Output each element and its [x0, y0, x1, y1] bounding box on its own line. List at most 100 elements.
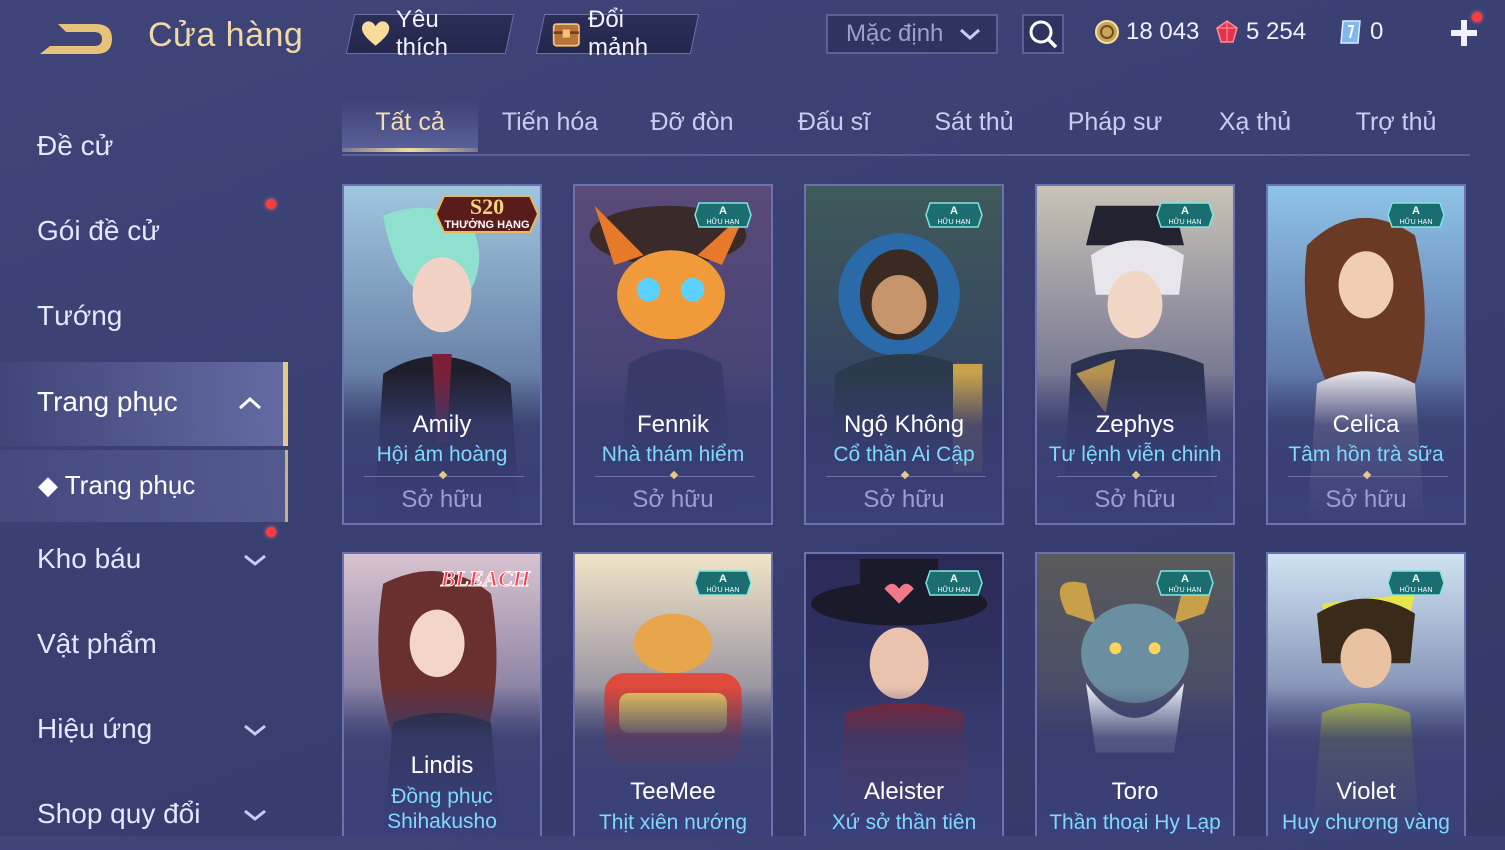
top-bar: Cửa hàng Yêu thích Đổi mảnh Mặc định 18 …	[0, 0, 1505, 80]
sidebar-item-label: Gói đề cử	[37, 215, 161, 246]
limited-badge-letter: A	[950, 205, 958, 217]
sidebar-item-skins[interactable]: Trang phục	[0, 362, 288, 446]
hero-name: Toro	[1111, 778, 1159, 805]
skin-name: Tâm hồn trà sữa	[1288, 443, 1444, 466]
back-button[interactable]	[36, 18, 116, 62]
sort-selected-value: Mặc định	[846, 20, 944, 47]
hero-name: Amily	[412, 411, 472, 438]
plus-icon	[1451, 20, 1477, 46]
skin-card-teemee[interactable]: A HỮU HẠN TeeMee Thịt xiên nướng	[573, 552, 773, 836]
sidebar-item-exchange-shop[interactable]: Shop quy đổi	[0, 780, 288, 850]
limited-badge-letter: A	[719, 573, 727, 585]
limited-badge-letter: A	[719, 205, 727, 217]
skin-card-lindis[interactable]: BLEACH Lindis Đồng phục Shihakusho	[342, 552, 542, 836]
owned-status: Sở hữu	[1325, 486, 1407, 513]
skin-card-aleister[interactable]: A HỮU HẠN Aleister Xứ sở thần tiên	[804, 552, 1004, 836]
limited-badge-text: HỮU HẠN	[707, 585, 740, 594]
bullet-diamond-icon: ◆	[38, 470, 65, 500]
notification-dot	[266, 527, 276, 537]
limited-badge-text: HỮU HẠN	[938, 585, 971, 594]
sidebar-item-effects[interactable]: Hiệu ứng	[0, 695, 288, 765]
favorites-label: Yêu thích	[396, 6, 449, 61]
sidebar-item-heroes[interactable]: Tướng	[0, 282, 288, 352]
limited-edition-badge: A HỮU HẠN	[694, 202, 752, 228]
hero-name: TeeMee	[630, 778, 716, 805]
hero-name: Lindis	[410, 752, 474, 779]
sidebar-subitem-label: ◆ Trang phục	[38, 470, 195, 501]
card-divider	[1057, 476, 1217, 477]
notification-dot	[266, 199, 276, 209]
tab-evolution[interactable]: Tiến hóa	[490, 108, 610, 137]
exchange-label: Đổi mảnh	[587, 6, 648, 61]
skin-card-toro[interactable]: A HỮU HẠN Toro Thần thoại Hy Lạp	[1035, 552, 1235, 836]
favorites-button[interactable]: Yêu thích	[345, 6, 515, 61]
tab-tank[interactable]: Đỡ đòn	[632, 108, 752, 137]
tab-mage[interactable]: Pháp sư	[1055, 108, 1175, 137]
sidebar-item-items[interactable]: Vật phẩm	[0, 610, 288, 680]
skin-card-fennik[interactable]: A HỮU HẠN Fennik Nhà thám hiểm Sở hữu	[573, 184, 773, 525]
tab-assassin[interactable]: Sát thủ	[914, 108, 1034, 137]
skin-card-zephys[interactable]: A HỮU HẠN Zephys Tư lệnh viễn chinh Sở h…	[1035, 184, 1235, 525]
sidebar-item-label: Shop quy đổi	[37, 798, 201, 829]
hero-name: Aleister	[863, 778, 945, 805]
skin-card-violet[interactable]: A HỮU HẠN Violet Huy chương vàng	[1266, 552, 1466, 836]
skin-card-amily[interactable]: S20 THƯỞNG HẠNG Amily Hội ám hoàng Sở hữ…	[342, 184, 542, 525]
limited-badge-text: HỮU HẠN	[1169, 585, 1202, 594]
limited-edition-badge: A HỮU HẠN	[1387, 570, 1445, 596]
limited-badge-text: HỮU HẠN	[1169, 217, 1202, 226]
exchange-shards-button[interactable]: Đổi mảnh	[535, 6, 700, 61]
chevron-down-icon	[244, 724, 266, 736]
limited-badge-letter: A	[1412, 573, 1420, 585]
card-divider	[826, 476, 986, 477]
search-button[interactable]	[1022, 14, 1064, 54]
ruby-icon	[1216, 20, 1238, 43]
category-tabs: Tất cả Tiến hóa Đỡ đòn Đấu sĩ Sát thủ Ph…	[342, 100, 1470, 156]
limited-badge-text: HỮU HẠN	[938, 217, 971, 226]
bleach-badge-text: BLEACH	[440, 566, 531, 591]
bleach-collab-badge: BLEACH	[439, 566, 531, 592]
sidebar-item-treasure[interactable]: Kho báu	[0, 525, 288, 595]
voucher-currency: 0	[1338, 16, 1383, 48]
skin-card-ngo-khong[interactable]: A HỮU HẠN Ngộ Không Cổ thần Ai Cập Sở hữ…	[804, 184, 1004, 525]
tab-support[interactable]: Trợ thủ	[1336, 108, 1456, 137]
tab-fighter[interactable]: Đấu sĩ	[774, 108, 894, 137]
skin-card-celica[interactable]: A HỮU HẠN Celica Tâm hồn trà sữa Sở hữu	[1266, 184, 1466, 525]
owned-status: Sở hữu	[863, 486, 945, 513]
badge-s20-text: S20	[470, 194, 504, 219]
skin-name: Xứ sở thần tiên	[831, 811, 977, 834]
limited-edition-badge: A HỮU HẠN	[694, 570, 752, 596]
limited-badge-text: HỮU HẠN	[1400, 217, 1433, 226]
sort-dropdown[interactable]: Mặc định	[826, 14, 998, 54]
notification-dot	[1472, 12, 1482, 22]
sidebar-item-label: Hiệu ứng	[37, 713, 153, 744]
skin-name: Cổ thần Ai Cập	[833, 443, 975, 466]
sidebar-item-featured-packs[interactable]: Gói đề cử	[0, 197, 288, 267]
limited-badge-text: HỮU HẠN	[1400, 585, 1433, 594]
hero-name: Celica	[1332, 411, 1400, 438]
hero-name: Zephys	[1095, 411, 1175, 438]
tab-all[interactable]: Tất cả	[342, 108, 478, 137]
limited-edition-badge: A HỮU HẠN	[1387, 202, 1445, 228]
tab-marksman[interactable]: Xạ thủ	[1195, 108, 1315, 137]
limited-badge-letter: A	[950, 573, 958, 585]
limited-edition-badge: A HỮU HẠN	[1156, 202, 1214, 228]
ruby-amount: 5 254	[1246, 18, 1307, 45]
sidebar: Đề cử Gói đề cử Tướng Trang phục ◆ Trang…	[0, 100, 292, 836]
sidebar-subitem-skins[interactable]: ◆ Trang phục	[0, 450, 288, 522]
limited-badge-text: HỮU HẠN	[707, 217, 740, 226]
ruby-currency: 5 254	[1214, 16, 1306, 48]
search-icon	[1029, 20, 1058, 49]
sidebar-item-featured[interactable]: Đề cử	[0, 112, 288, 182]
limited-badge-letter: A	[1412, 205, 1420, 217]
add-currency-button[interactable]	[1449, 18, 1479, 48]
sidebar-item-label: Vật phẩm	[37, 628, 157, 659]
skin-name: Thần thoại Hy Lạp	[1049, 811, 1221, 834]
skin-name: Tư lệnh viễn chinh	[1048, 443, 1222, 466]
hero-name: Ngộ Không	[843, 411, 965, 438]
page-title: Cửa hàng	[148, 16, 304, 54]
gold-coin-icon	[1095, 20, 1119, 44]
owned-status: Sở hữu	[1094, 486, 1176, 513]
voucher-amount: 0	[1370, 18, 1384, 45]
heart-icon	[361, 21, 390, 46]
skin-name-line2: Shihakusho	[387, 810, 497, 833]
